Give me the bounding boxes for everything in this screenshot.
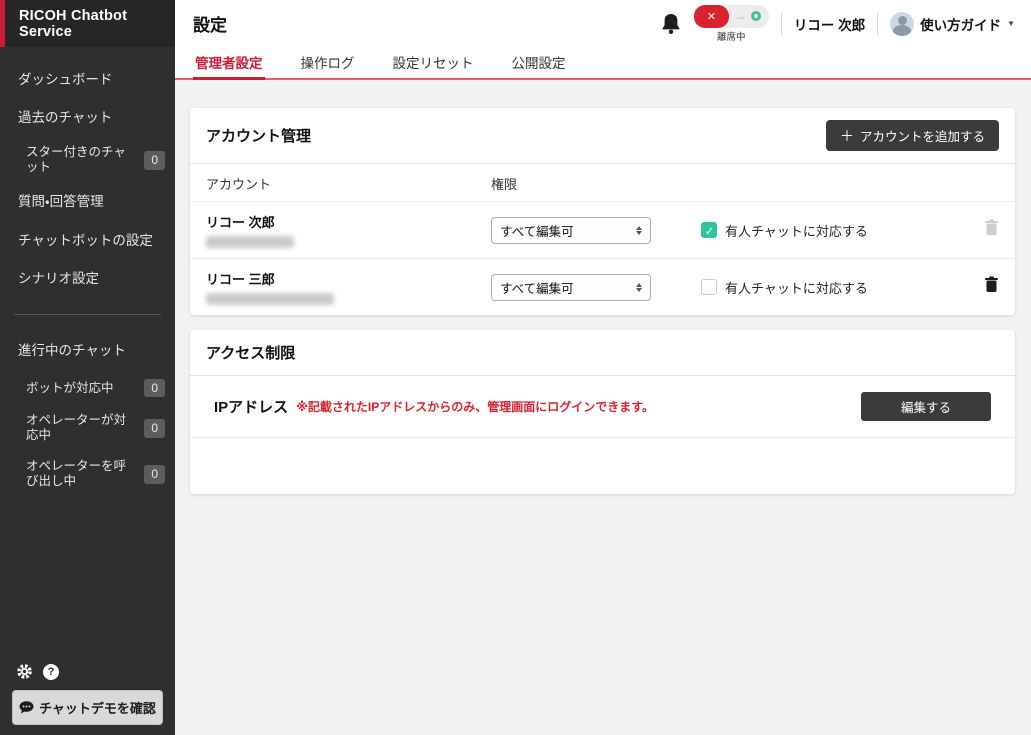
available-state-icon	[751, 11, 761, 21]
human-chat-checkbox[interactable]: 有人チャットに対応する	[701, 221, 939, 240]
presence-status-label: 離席中	[717, 29, 746, 43]
sidebar-item-starred-chats[interactable]: スター付きのチャット 0	[0, 137, 175, 183]
redacted-email	[206, 236, 294, 248]
plus-icon: ＋	[840, 129, 854, 143]
user-name: リコー 次郎	[794, 14, 865, 34]
checkbox-checked-icon	[701, 222, 717, 238]
brand-header: RICOH Chatbot Service	[0, 0, 175, 47]
top-bar: 設定 ✕ → 離席中 リコー 次郎	[175, 0, 1031, 47]
main-area: 設定 ✕ → 離席中 リコー 次郎	[175, 0, 1031, 735]
help-icon[interactable]: ?	[43, 664, 59, 680]
ip-address-label: IPアドレス	[214, 396, 288, 417]
sidebar-item-label: ボットが対応中	[26, 381, 114, 396]
sidebar-item-operator-handling[interactable]: オペレーターが対応中 0	[0, 405, 175, 451]
app-root: RICOH Chatbot Service ダッシュボード 過去のチャット スタ…	[0, 0, 1031, 735]
account-name: リコー 三郎	[206, 269, 459, 288]
chevron-down-icon: ▼	[1007, 19, 1015, 28]
column-header-permission: 権限	[475, 164, 685, 202]
column-header-empty	[685, 164, 955, 202]
notification-bell-icon[interactable]	[660, 12, 682, 36]
chat-demo-button[interactable]: チャットデモを確認	[12, 690, 163, 725]
arrow-right-icon: →	[734, 9, 746, 23]
sidebar-item-label: オペレーターを呼び出し中	[26, 459, 138, 489]
ip-address-row: IPアドレス ※記載されたIPアドレスからのみ、管理画面にログインできます。 編…	[190, 376, 1015, 438]
access-restriction-card: アクセス制限 IPアドレス ※記載されたIPアドレスからのみ、管理画面にログイン…	[190, 330, 1015, 494]
header-divider	[781, 12, 782, 36]
away-state-icon: ✕	[694, 5, 729, 28]
delete-account-icon[interactable]	[984, 219, 999, 241]
redacted-email	[206, 293, 334, 305]
sidebar-item-chatbot-settings[interactable]: チャットボットの設定	[0, 222, 175, 260]
sidebar: RICOH Chatbot Service ダッシュボード 過去のチャット スタ…	[0, 0, 175, 735]
brand-title: RICOH Chatbot Service	[19, 8, 175, 40]
sidebar-item-bot-handling[interactable]: ボットが対応中 0	[0, 371, 175, 405]
sidebar-item-label: チャットボットの設定	[18, 233, 153, 249]
tab-operation-log[interactable]: 操作ログ	[299, 47, 357, 78]
permission-value: すべて編集可	[500, 278, 574, 297]
presence-toggle[interactable]: ✕ → 離席中	[694, 5, 769, 43]
count-badge: 0	[144, 419, 165, 437]
account-management-card: アカウント管理 ＋ アカウントを追加する アカウント 権限	[190, 108, 1015, 315]
sidebar-spacer	[0, 497, 175, 663]
human-chat-label: 有人チャットに対応する	[725, 221, 868, 240]
sidebar-item-label: シナリオ設定	[18, 271, 99, 287]
select-updown-icon	[636, 226, 642, 235]
sidebar-nav: ダッシュボード 過去のチャット スター付きのチャット 0 質問・回答管理 チャッ…	[0, 47, 175, 497]
account-name: リコー 次郎	[206, 212, 459, 231]
account-row: リコー 次郎 すべて編集可	[190, 202, 1015, 259]
sidebar-item-label: オペレーターが対応中	[26, 413, 138, 443]
sidebar-section-in-progress: 進行中のチャット	[0, 331, 175, 371]
add-account-button[interactable]: ＋ アカウントを追加する	[826, 120, 999, 151]
column-header-empty	[955, 164, 1015, 202]
edit-ip-button[interactable]: 編集する	[861, 392, 991, 421]
sidebar-footer: ? チャットデモを確認	[0, 663, 175, 735]
permission-select[interactable]: すべて編集可	[491, 217, 651, 244]
count-badge: 0	[144, 465, 165, 483]
account-row: リコー 三郎 すべて編集可	[190, 259, 1015, 316]
sidebar-item-label: ダッシュボード	[18, 72, 113, 88]
delete-account-icon[interactable]	[984, 276, 999, 298]
account-card-title: アカウント管理	[206, 125, 311, 146]
checkbox-unchecked-icon	[701, 279, 717, 295]
accounts-table: アカウント 権限 リコー 次郎	[190, 164, 1015, 315]
sidebar-item-label: 質問・回答管理	[18, 194, 104, 210]
sidebar-item-operator-calling[interactable]: オペレーターを呼び出し中 0	[0, 451, 175, 497]
content-scroll-area[interactable]: アカウント管理 ＋ アカウントを追加する アカウント 権限	[175, 80, 1031, 735]
usage-guide-label: 使い方ガイド	[920, 14, 1001, 34]
sidebar-item-label: 過去のチャット	[18, 110, 112, 126]
sidebar-divider	[14, 314, 161, 315]
gear-icon[interactable]	[16, 663, 33, 680]
access-card-title: アクセス制限	[206, 342, 295, 363]
sidebar-item-label: スター付きのチャット	[26, 145, 138, 175]
usage-guide-menu[interactable]: 使い方ガイド ▼	[890, 12, 1015, 36]
ip-address-note: ※記載されたIPアドレスからのみ、管理画面にログインできます。	[296, 398, 654, 415]
card-empty-space	[190, 438, 1015, 494]
header-divider	[877, 12, 878, 36]
chat-demo-label: チャットデモを確認	[39, 698, 156, 717]
count-badge: 0	[144, 379, 165, 397]
avatar	[890, 12, 914, 36]
sidebar-item-qa-management[interactable]: 質問・回答管理	[0, 183, 175, 221]
select-updown-icon	[636, 283, 642, 292]
tab-admin-settings[interactable]: 管理者設定	[193, 47, 265, 78]
human-chat-checkbox[interactable]: 有人チャットに対応する	[701, 278, 939, 297]
tab-public-settings[interactable]: 公開設定	[510, 47, 568, 78]
sidebar-item-scenario-settings[interactable]: シナリオ設定	[0, 260, 175, 298]
sidebar-item-past-chats[interactable]: 過去のチャット	[0, 99, 175, 137]
speech-bubble-icon	[19, 701, 34, 714]
count-badge: 0	[144, 151, 165, 169]
page-title: 設定	[193, 11, 227, 36]
sidebar-item-dashboard[interactable]: ダッシュボード	[0, 61, 175, 99]
add-account-label: アカウントを追加する	[860, 126, 985, 145]
column-header-account: アカウント	[190, 164, 475, 202]
tab-settings-reset[interactable]: 設定リセット	[391, 47, 476, 78]
tab-bar: 管理者設定 操作ログ 設定リセット 公開設定	[175, 47, 1031, 80]
human-chat-label: 有人チャットに対応する	[725, 278, 868, 297]
permission-value: すべて編集可	[500, 221, 574, 240]
permission-select[interactable]: すべて編集可	[491, 274, 651, 301]
